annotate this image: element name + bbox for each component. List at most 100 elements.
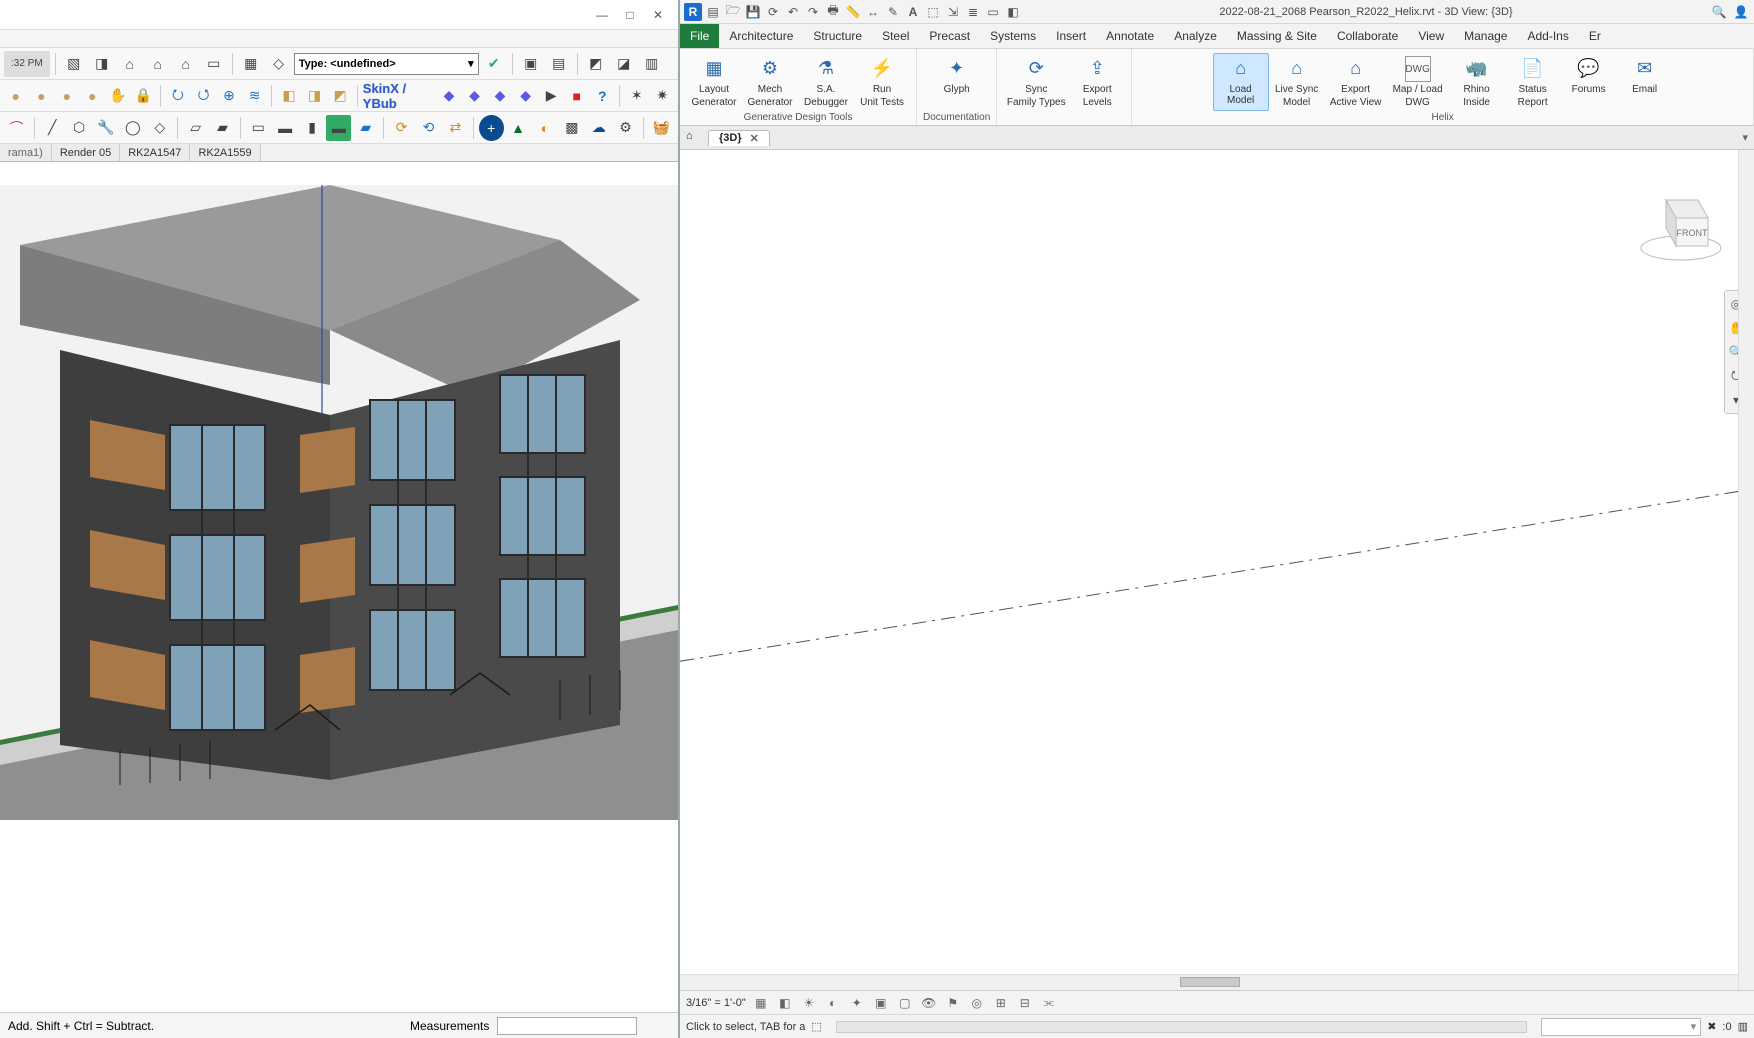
export-levels-button[interactable]: ⇪ Export Levels	[1069, 53, 1125, 111]
arrow-icon[interactable]: ⇄	[443, 115, 468, 141]
left-3d-viewport[interactable]	[0, 185, 678, 820]
sheet-icon[interactable]: ▭	[246, 115, 271, 141]
cube-icon[interactable]: ◨	[89, 51, 115, 77]
plus-icon[interactable]: +	[479, 115, 504, 141]
close-button[interactable]: ✕	[644, 4, 672, 26]
ribbon-tab-precast[interactable]: Precast	[919, 24, 980, 48]
line-icon[interactable]: ╱	[40, 115, 65, 141]
cube-icon[interactable]: ◨	[303, 83, 327, 109]
open-icon[interactable]: 🗁	[724, 3, 742, 21]
face-icon[interactable]: ▱	[183, 115, 208, 141]
ribbon-tab-analyze[interactable]: Analyze	[1164, 24, 1227, 48]
tool-icon[interactable]: ◩	[583, 51, 609, 77]
sync-icon[interactable]: ⟳	[764, 3, 782, 21]
lock-icon[interactable]: 🔒	[132, 83, 156, 109]
pan-icon[interactable]: ✋	[106, 83, 130, 109]
sphere-icon[interactable]: ●	[81, 83, 105, 109]
ribbon-tab-systems[interactable]: Systems	[980, 24, 1046, 48]
layers-icon[interactable]: ≋	[243, 83, 267, 109]
open-icon[interactable]: ▤	[704, 3, 722, 21]
view-tab-3d[interactable]: {3D} ✕	[708, 130, 770, 146]
ribbon-tab-structure[interactable]: Structure	[803, 24, 872, 48]
wand-icon[interactable]: ✶	[625, 83, 649, 109]
ribbon-tab-add-ins[interactable]: Add-Ins	[1517, 24, 1578, 48]
dim-icon[interactable]: ↔	[864, 3, 882, 21]
cube-icon[interactable]: ◧	[277, 83, 301, 109]
view-icon[interactable]: ⊕	[217, 83, 241, 109]
temp-icon[interactable]: ◎	[968, 994, 986, 1012]
text-icon[interactable]: A	[904, 3, 922, 21]
search-icon[interactable]: 🔍	[1710, 3, 1728, 21]
rhino-inside-button[interactable]: 🦏 Rhino Inside	[1449, 53, 1505, 111]
ellipse-icon[interactable]: ◯	[120, 115, 145, 141]
3d-icon[interactable]: ⬚	[924, 3, 942, 21]
sphere-icon[interactable]: ●	[4, 83, 28, 109]
detail-level-icon[interactable]: ▦	[752, 994, 770, 1012]
tool-icon[interactable]: ▤	[546, 51, 572, 77]
shadows-icon[interactable]: ◐	[824, 994, 842, 1012]
box-icon[interactable]: ▧	[61, 51, 87, 77]
filter-icon[interactable]: ▥	[1738, 1020, 1748, 1033]
view-icon[interactable]: ▭	[984, 3, 1002, 21]
cube-icon[interactable]: ◩	[328, 83, 352, 109]
home-plus-icon[interactable]: ⌂	[145, 51, 171, 77]
gem-icon[interactable]: ◆	[437, 83, 461, 109]
gem-icon[interactable]: ◆	[463, 83, 487, 109]
tag-icon[interactable]: ◇	[266, 51, 292, 77]
sheet-icon[interactable]: ▬	[326, 115, 351, 141]
wrench-icon[interactable]: 🔧	[94, 115, 119, 141]
save-icon[interactable]: 💾	[744, 3, 762, 21]
status-report-button[interactable]: 📄 Status Report	[1505, 53, 1561, 111]
sun-icon[interactable]: ◐	[533, 115, 558, 141]
tag-icon[interactable]: ✎	[884, 3, 902, 21]
scrollbar-horizontal[interactable]	[680, 974, 1738, 990]
cloud-icon[interactable]: ☁	[586, 115, 611, 141]
map-load-dwg-button[interactable]: DWG Map / Load DWG	[1387, 53, 1449, 111]
scene-tab[interactable]: RK2A1547	[120, 144, 190, 161]
paint-icon[interactable]: ▦	[238, 51, 264, 77]
workset-combo[interactable]: ▾	[1541, 1018, 1701, 1036]
basket-icon[interactable]: 🧺	[649, 115, 674, 141]
select-icon[interactable]: ✖	[1707, 1020, 1716, 1033]
home-icon[interactable]: ⌂	[686, 130, 702, 146]
refresh-icon[interactable]: ⟳	[389, 115, 414, 141]
undo-icon[interactable]: ↶	[784, 3, 802, 21]
scale-label[interactable]: 3/16" = 1'-0"	[686, 997, 746, 1009]
stop-icon[interactable]: ■	[565, 83, 589, 109]
glyph-button[interactable]: ✦ Glyph	[925, 53, 989, 100]
arc-icon[interactable]: ⌒	[4, 115, 29, 141]
shape-icon[interactable]: ◇	[147, 115, 172, 141]
analytical-icon[interactable]: ⊟	[1016, 994, 1034, 1012]
viewcube[interactable]: FRONT	[1636, 180, 1726, 265]
minimize-button[interactable]: —	[588, 4, 616, 26]
ribbon-tab-manage[interactable]: Manage	[1454, 24, 1517, 48]
checker-icon[interactable]: ▩	[559, 115, 584, 141]
load-model-button[interactable]: ⌂ Load Model	[1213, 53, 1269, 111]
sphere-icon[interactable]: ●	[55, 83, 79, 109]
folder-icon[interactable]: ▭	[201, 51, 227, 77]
wand-icon[interactable]: ✷	[650, 83, 674, 109]
gear-icon[interactable]: ⚙	[613, 115, 638, 141]
ribbon-tab-steel[interactable]: Steel	[872, 24, 919, 48]
ribbon-tab-collaborate[interactable]: Collaborate	[1327, 24, 1408, 48]
sheet-icon[interactable]: ▬	[273, 115, 298, 141]
home-icon[interactable]: ⌂	[117, 51, 143, 77]
sphere-icon[interactable]: ●	[30, 83, 54, 109]
print-icon[interactable]: 🖶	[824, 3, 842, 21]
scrollbar-thumb[interactable]	[1180, 977, 1240, 987]
render-icon[interactable]: ✦	[848, 994, 866, 1012]
measurements-input[interactable]	[497, 1017, 637, 1035]
orbit-icon[interactable]: ⭮	[166, 83, 190, 109]
overflow-icon[interactable]: ▾	[1742, 131, 1748, 144]
maximize-button[interactable]: □	[616, 4, 644, 26]
forums-button[interactable]: 💬 Forums	[1561, 53, 1617, 111]
sync-family-types-button[interactable]: ⟳ Sync Family Types	[1003, 53, 1069, 111]
reveal-icon[interactable]: ⚑	[944, 994, 962, 1012]
zoom-icon[interactable]: ⭯	[192, 83, 216, 109]
type-combo[interactable]: Type: <undefined> ▾	[294, 53, 479, 75]
ribbon-tab-massing-site[interactable]: Massing & Site	[1227, 24, 1327, 48]
visual-style-icon[interactable]: ◧	[776, 994, 794, 1012]
press-drag-icon[interactable]: ⬚	[811, 1020, 821, 1033]
sa-debugger-button[interactable]: ⚗ S.A. Debugger	[798, 53, 854, 111]
gem-icon[interactable]: ◆	[488, 83, 512, 109]
